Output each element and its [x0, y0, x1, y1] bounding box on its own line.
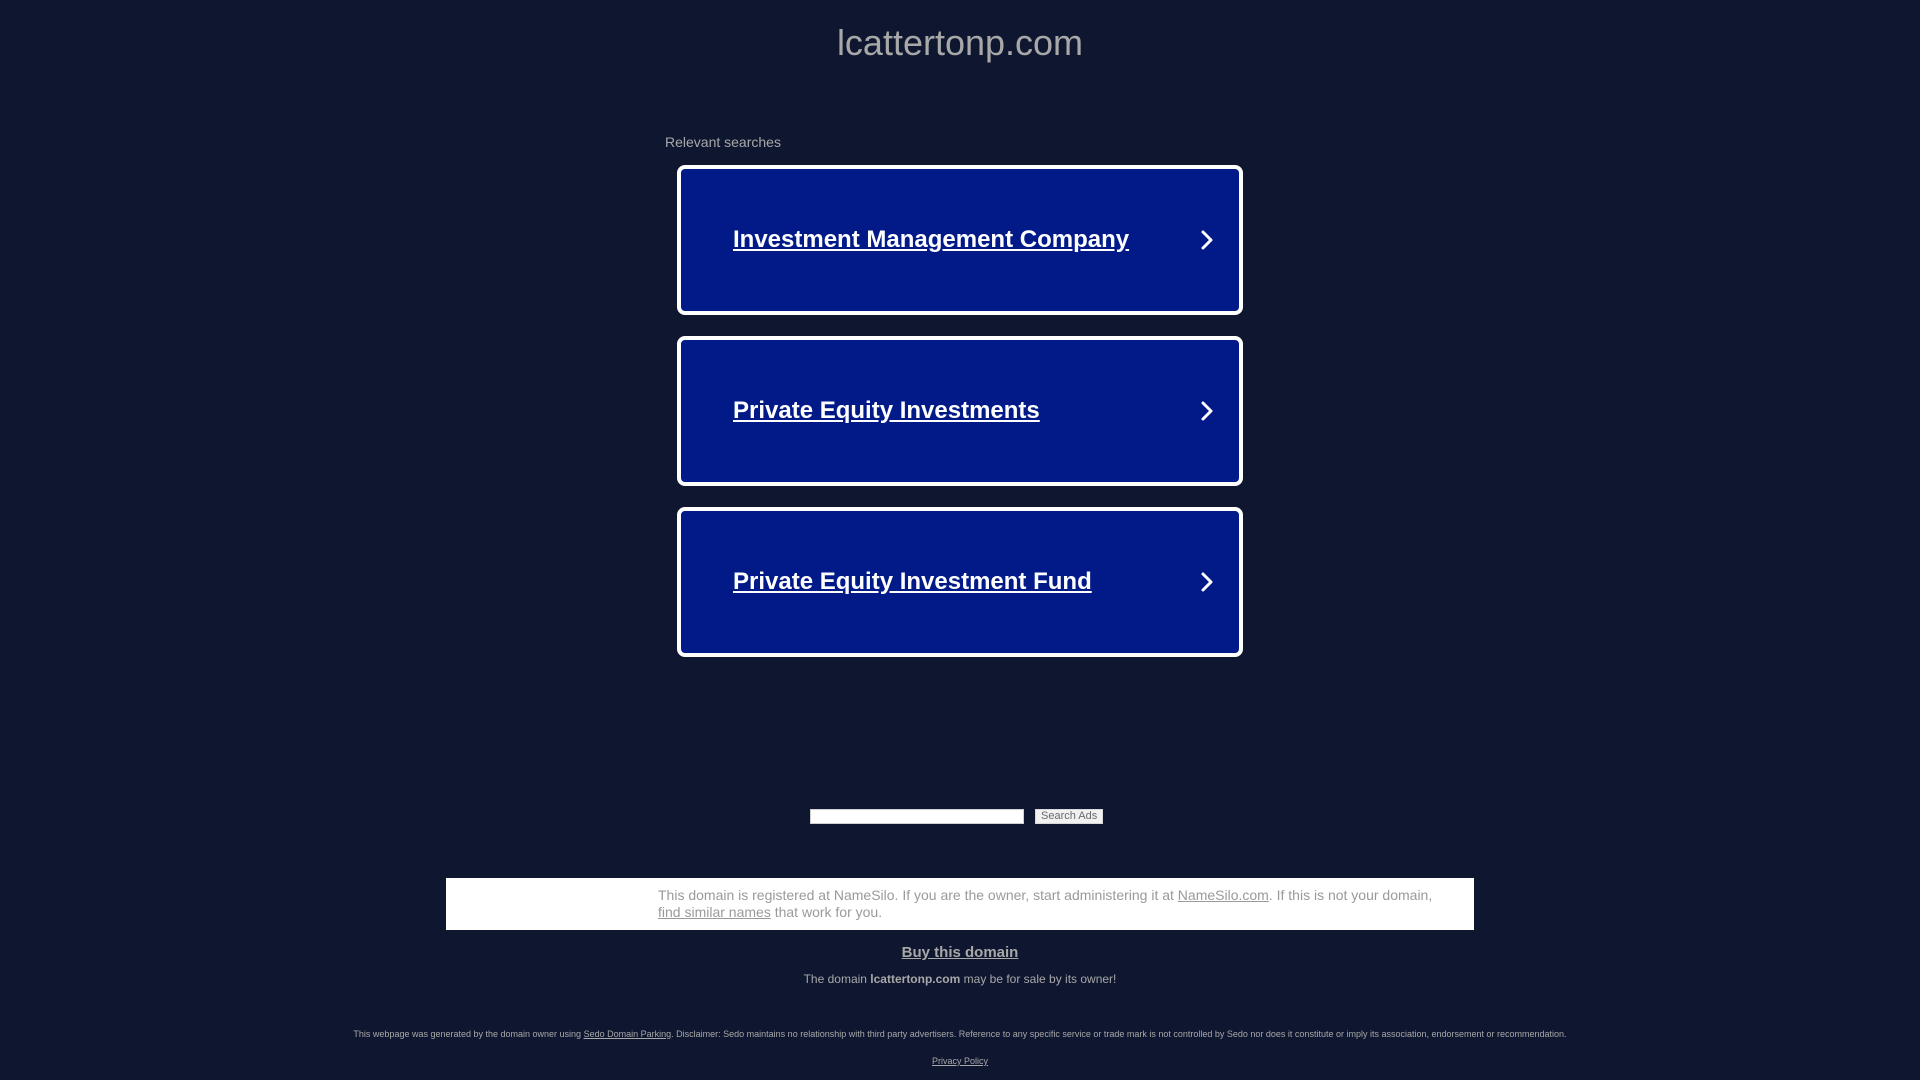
chevron-right-icon [1201, 401, 1213, 421]
registrar-notice: This domain is registered at NameSilo. I… [446, 878, 1474, 930]
sale-suffix: may be for sale by its owner! [960, 972, 1117, 986]
disclaimer-prefix: This webpage was generated by the domain… [353, 1029, 584, 1039]
sale-prefix: The domain [803, 972, 871, 986]
privacy-policy-link[interactable]: Privacy Policy [932, 1056, 988, 1066]
chevron-right-icon [1201, 572, 1213, 592]
search-result-link[interactable]: Private Equity Investment Fund [733, 568, 1092, 596]
privacy-container: Privacy Policy [0, 1056, 1920, 1066]
sale-domain: lcattertonp.com [870, 972, 961, 986]
notice-text: . If this is not your domain, [1268, 887, 1433, 903]
search-input[interactable] [810, 809, 1024, 824]
namesilo-link[interactable]: NameSilo.com [1178, 887, 1269, 903]
search-result-block[interactable]: Private Equity Investment Fund [677, 507, 1243, 657]
relevant-searches-label: Relevant searches [665, 134, 781, 150]
ad-search-form: Search Ads [810, 808, 1104, 825]
search-result-block[interactable]: Investment Management Company [677, 165, 1243, 315]
sedo-parking-link[interactable]: Sedo Domain Parking [584, 1029, 672, 1039]
sale-notice: The domain lcattertonp.com may be for sa… [0, 972, 1920, 986]
disclaimer-suffix: . Disclaimer: Sedo maintains no relation… [671, 1029, 1567, 1039]
search-ads-button[interactable]: Search Ads [1035, 809, 1104, 824]
find-similar-names-link[interactable]: find similar names [658, 904, 771, 920]
buy-domain-link[interactable]: Buy this domain [902, 944, 1019, 961]
search-result-link[interactable]: Private Equity Investments [733, 397, 1040, 425]
buy-domain-container: Buy this domain [0, 944, 1920, 961]
disclaimer: This webpage was generated by the domain… [0, 1029, 1920, 1039]
chevron-right-icon [1201, 230, 1213, 250]
notice-text: This domain is registered at NameSilo. I… [658, 887, 1178, 903]
parking-page: lcattertonp.com Relevant searches Invest… [0, 0, 1920, 1080]
search-result-block[interactable]: Private Equity Investments [677, 336, 1243, 486]
notice-text: that work for you. [770, 904, 883, 920]
search-result-link[interactable]: Investment Management Company [733, 226, 1129, 254]
site-title: lcattertonp.com [836, 22, 1084, 63]
